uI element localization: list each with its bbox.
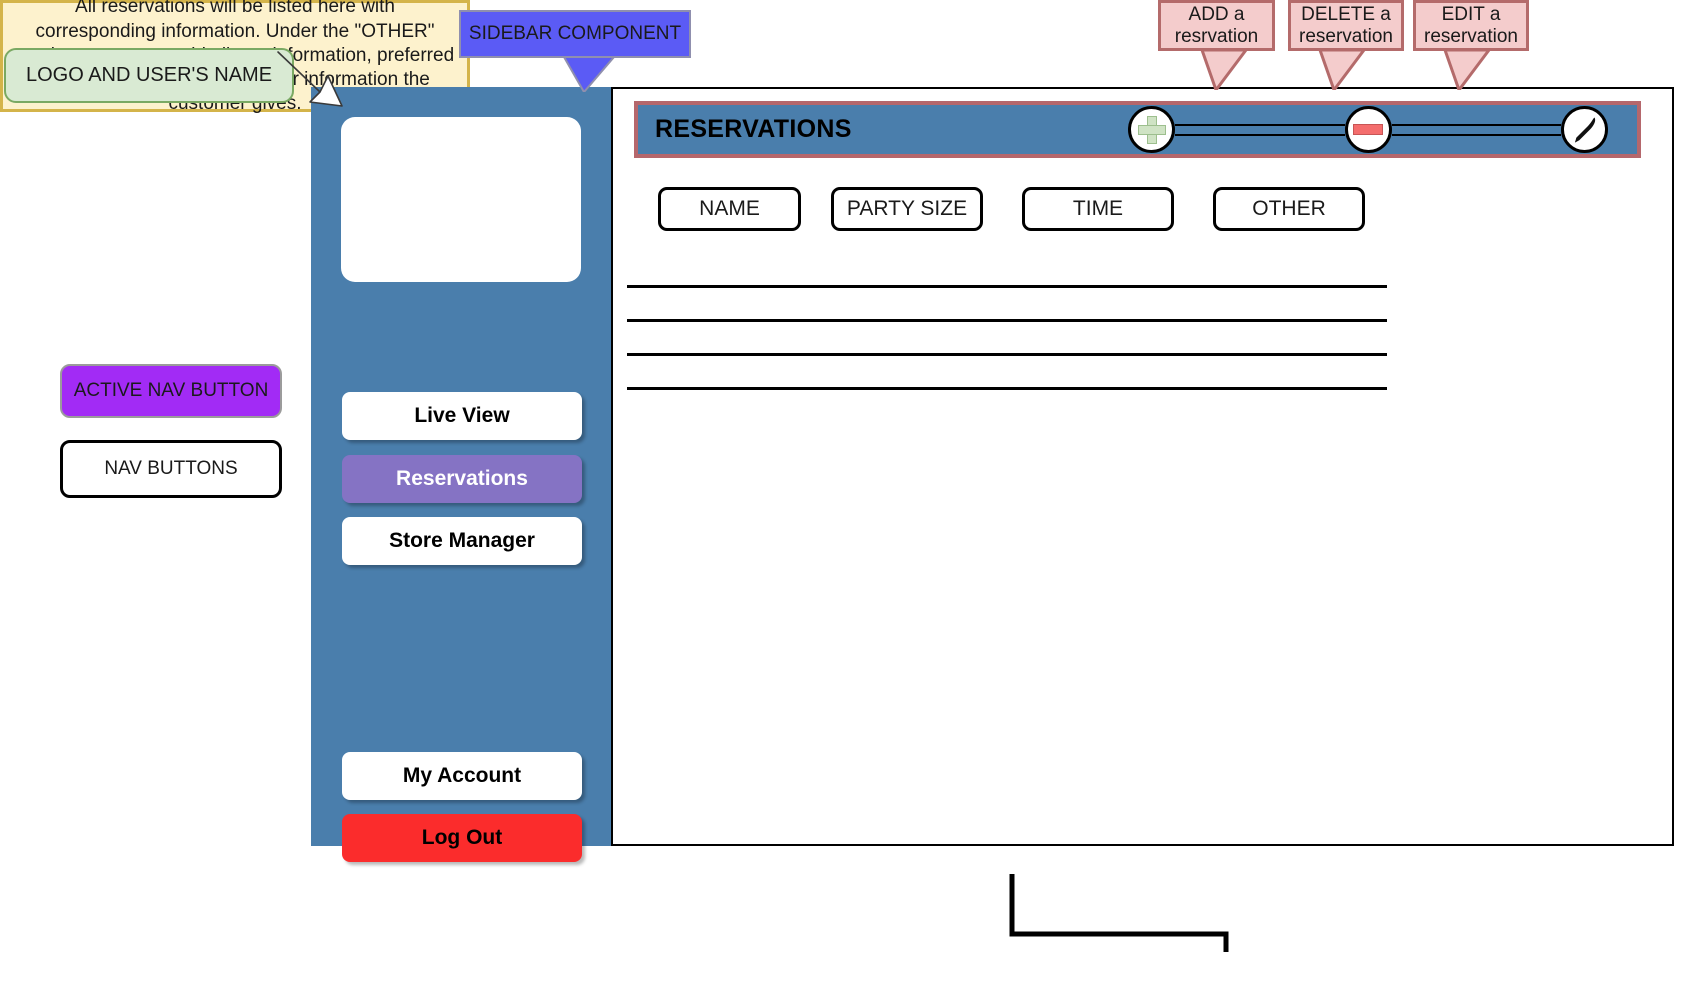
annotation-label: DELETE a reservation — [1299, 3, 1393, 47]
edit-reservation-button[interactable] — [1561, 106, 1608, 153]
column-header-label: PARTY SIZE — [846, 197, 968, 220]
annotation-logo-user-name: LOGO AND USER'S NAME — [4, 48, 294, 103]
legend-label: NAV BUTTONS — [104, 458, 238, 480]
annotation-delete-reservation: DELETE a reservation — [1288, 0, 1404, 51]
logo-callout-arrow-icon — [277, 51, 343, 107]
sidebar-callout-tail-icon — [562, 57, 616, 92]
legend-nav-buttons: NAV BUTTONS — [60, 440, 282, 498]
column-header-name[interactable]: NAME — [658, 187, 801, 231]
annotation-label: EDIT a reservation — [1424, 3, 1518, 47]
main-content: RESERVATIONS NAME PARTY SIZE TIME OTHER — [613, 87, 1674, 846]
table-row — [627, 353, 1387, 356]
sidebar: Live View Reservations Store Manager My … — [311, 87, 613, 862]
annotation-sidebar-component: SIDEBAR COMPONENT — [459, 10, 691, 58]
sidebar-item-label: Store Manager — [389, 529, 535, 552]
minus-icon — [1353, 124, 1383, 135]
sidebar-item-label: Log Out — [421, 826, 503, 849]
sidebar-item-label: My Account — [402, 764, 522, 787]
column-header-other[interactable]: OTHER — [1213, 187, 1365, 231]
annotation-label: LOGO AND USER'S NAME — [25, 64, 273, 86]
logo-placeholder — [341, 117, 581, 282]
sidebar-item-label: Live View — [414, 404, 510, 427]
plus-icon — [1137, 115, 1166, 144]
legend-label: ACTIVE NAV BUTTON — [73, 380, 269, 402]
reservation-action-toolbar — [1128, 105, 1608, 154]
add-reservation-button[interactable] — [1128, 106, 1175, 153]
pencil-icon — [1574, 117, 1595, 142]
annotation-add-reservation: ADD a resrvation — [1158, 0, 1275, 51]
sidebar-item-store-manager[interactable]: Store Manager — [342, 517, 582, 565]
sidebar-item-log-out[interactable]: Log Out — [342, 814, 582, 862]
sidebar-item-label: Reservations — [396, 467, 528, 490]
toolbar-connector-line — [1391, 123, 1561, 136]
delete-reservation-button[interactable] — [1344, 106, 1392, 153]
column-header-label: OTHER — [1252, 197, 1326, 220]
note-connector-line — [1009, 874, 1229, 952]
table-row — [627, 285, 1387, 288]
sidebar-item-live-view[interactable]: Live View — [342, 392, 582, 440]
column-header-label: TIME — [1072, 197, 1124, 220]
delete-callout-tail-icon — [1318, 50, 1366, 90]
sidebar-item-my-account[interactable]: My Account — [342, 752, 582, 800]
column-header-label: NAME — [699, 197, 760, 220]
page-title: RESERVATIONS — [655, 115, 852, 143]
annotation-label: SIDEBAR COMPONENT — [468, 23, 682, 45]
toolbar-connector-line — [1175, 123, 1345, 136]
reservations-header-bar: RESERVATIONS — [634, 101, 1641, 158]
annotation-label: ADD a resrvation — [1174, 3, 1259, 47]
add-callout-tail-icon — [1200, 50, 1248, 90]
sidebar-item-reservations[interactable]: Reservations — [342, 455, 582, 503]
legend-active-nav-button: ACTIVE NAV BUTTON — [60, 364, 282, 418]
column-header-time[interactable]: TIME — [1022, 187, 1174, 231]
table-row — [627, 387, 1387, 390]
edit-callout-tail-icon — [1443, 50, 1491, 90]
table-row — [627, 319, 1387, 322]
annotation-edit-reservation: EDIT a reservation — [1413, 0, 1529, 51]
column-header-party-size[interactable]: PARTY SIZE — [831, 187, 983, 231]
